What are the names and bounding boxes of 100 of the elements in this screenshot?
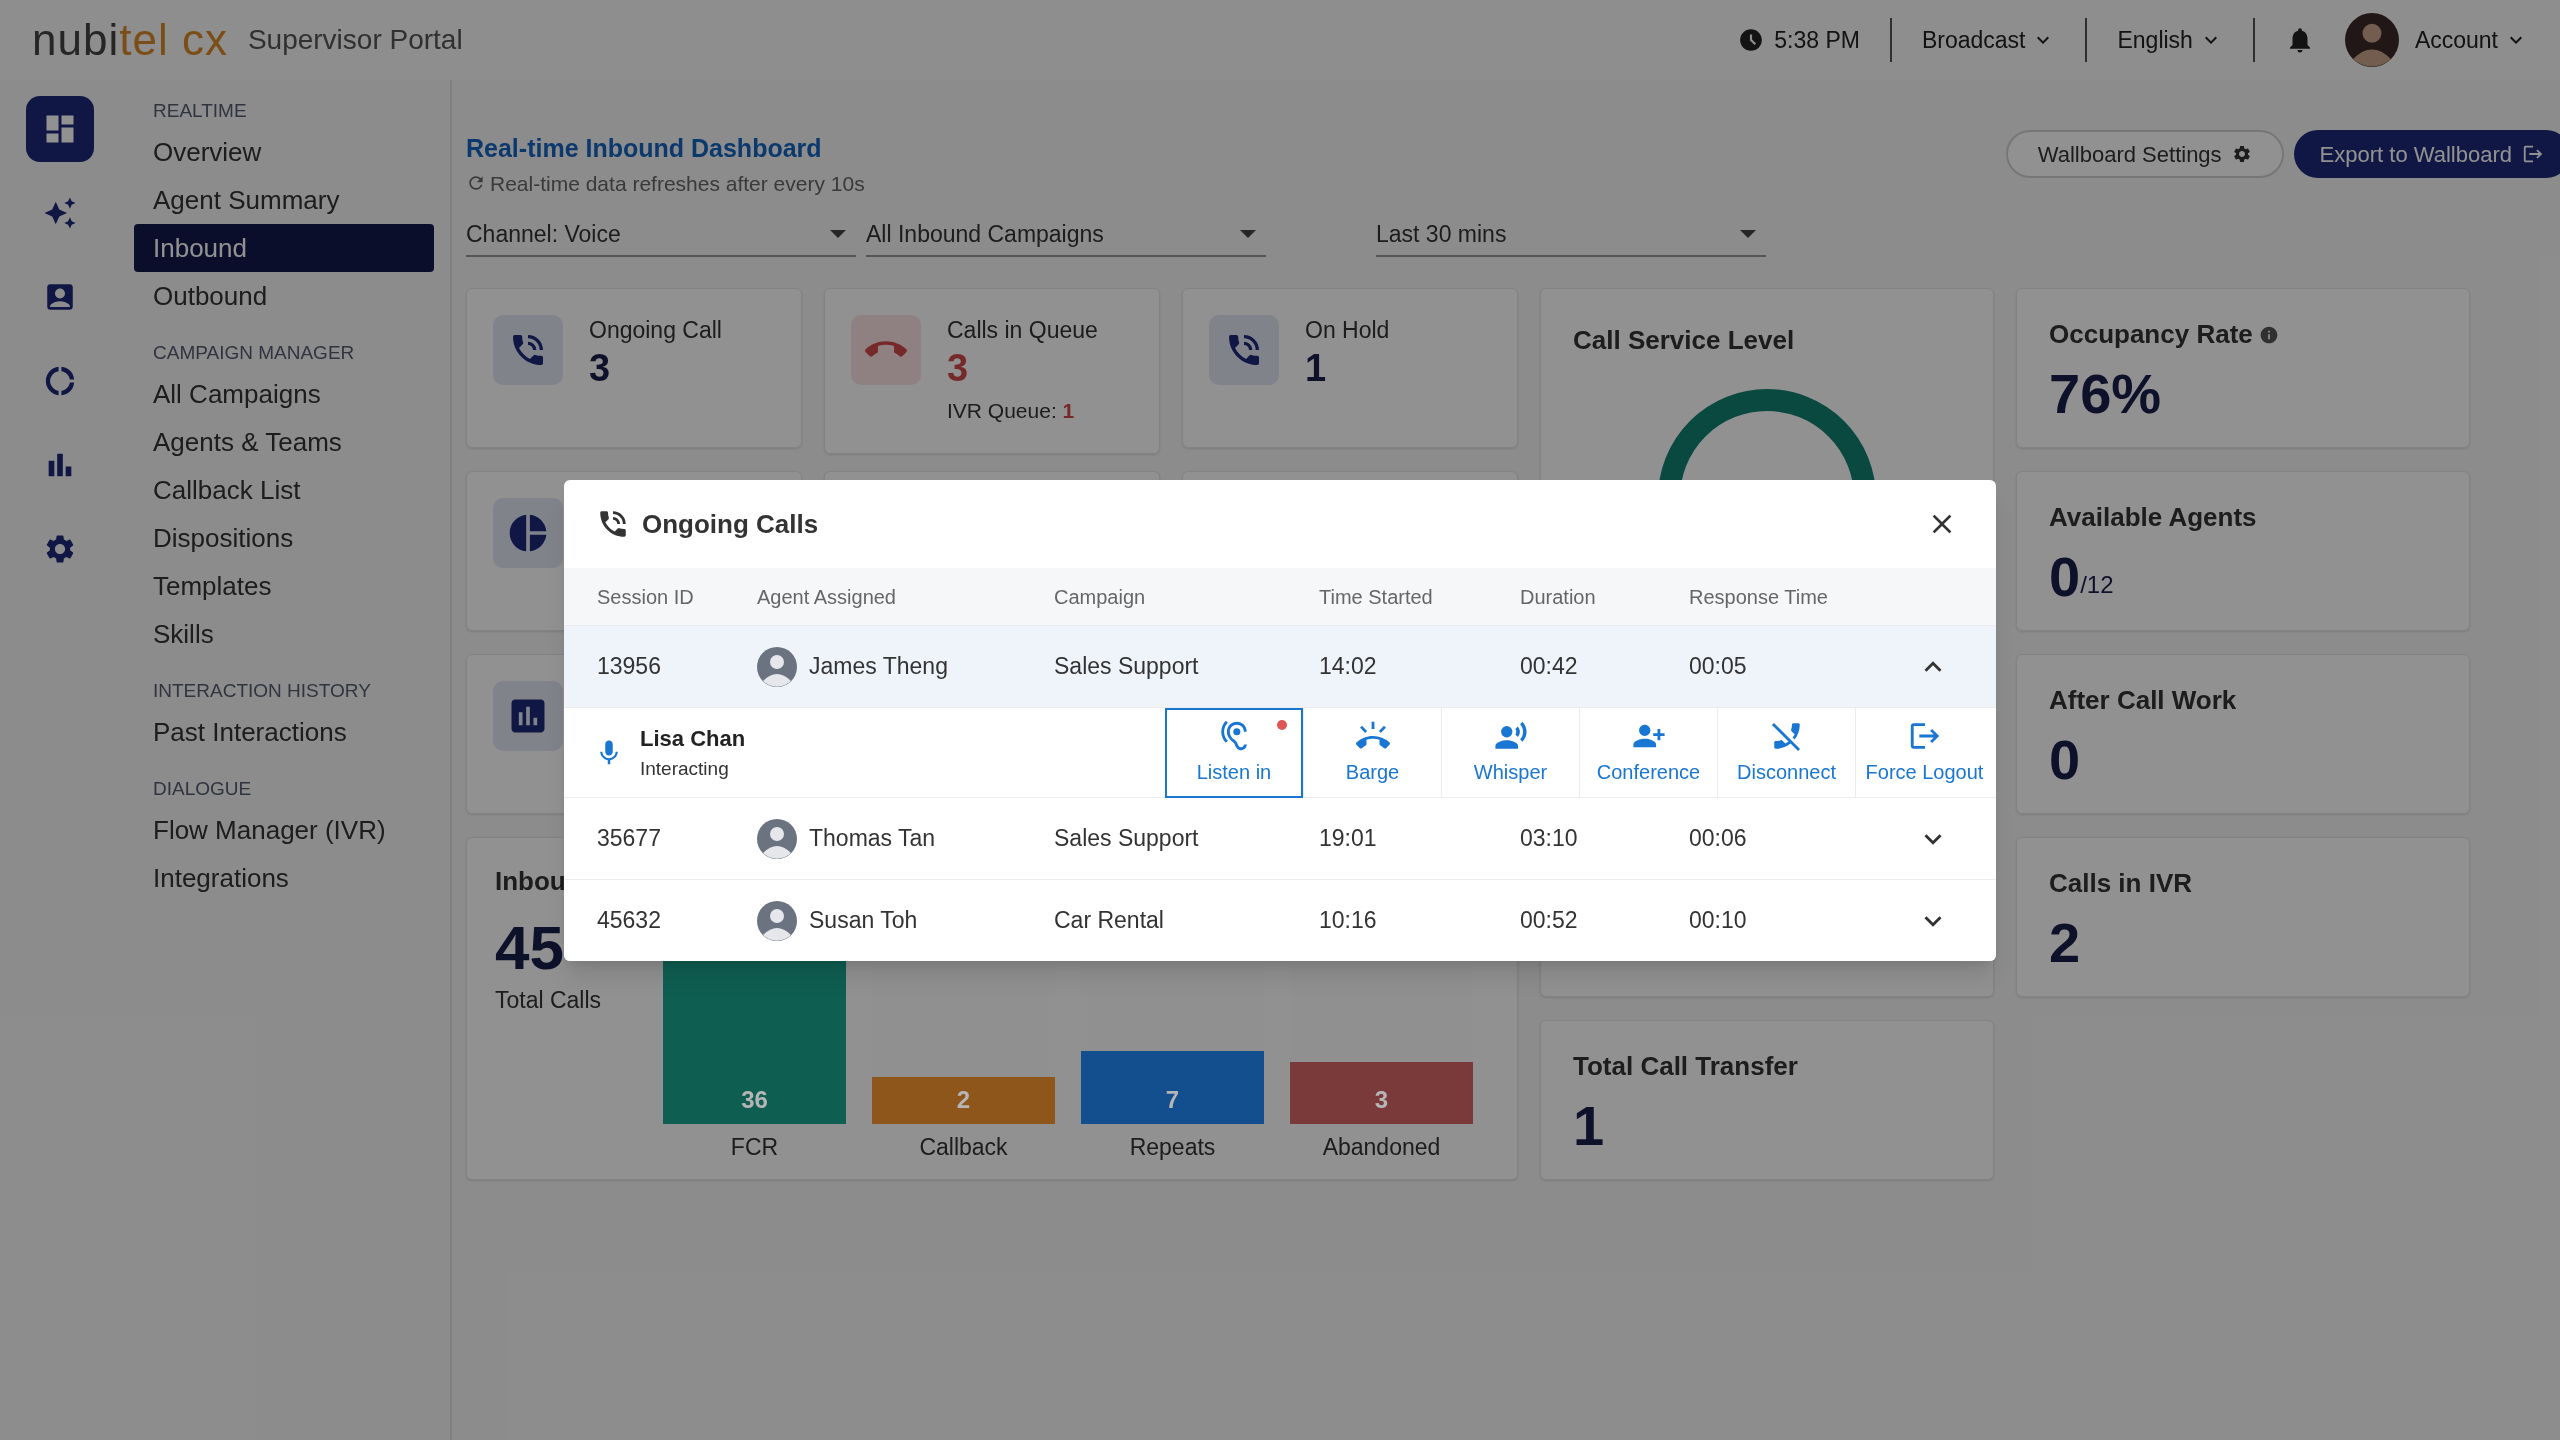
table-cell-text: 00:42: [1520, 652, 1579, 682]
card-title: Calls in Queue: [947, 316, 1098, 345]
table-cell-text: 00:52: [1520, 906, 1579, 936]
avatar-icon: [757, 646, 797, 687]
customer-status: Interacting: [640, 756, 730, 781]
donut-icon: [43, 364, 77, 398]
agent-name: James Theng: [809, 652, 948, 682]
table-cell-text: 14:02: [1319, 652, 1378, 682]
avatar-icon[interactable]: [2344, 13, 2399, 67]
card-value: 0: [2049, 730, 2081, 790]
card-value: 76%: [2049, 364, 2162, 424]
bar-value: 36: [741, 1084, 768, 1115]
nav-item[interactable]: Flow Manager (IVR): [134, 806, 434, 854]
table-cell-text: 00:05: [1689, 652, 1748, 682]
call-row[interactable]: 35677 Thomas Tan Sales Support 19:01 03:10 00:06: [564, 797, 1996, 879]
export-button[interactable]: Export to Wallboard: [2293, 130, 2560, 178]
card-title: Ongoing Call: [589, 316, 722, 345]
nav-item[interactable]: Agent Summary: [134, 176, 434, 224]
app-name: Supervisor Portal: [247, 23, 463, 57]
customer-name: Lisa Chan: [640, 724, 746, 753]
dialog-title: Ongoing Calls: [642, 507, 819, 541]
nav-item[interactable]: Templates: [134, 562, 434, 610]
section-heading: INTERACTION HISTORY: [152, 679, 372, 703]
section-heading: CAMPAIGN MANAGER: [152, 341, 356, 365]
category-label: Repeats: [1129, 1132, 1216, 1162]
card-value-total: /12: [2080, 571, 2114, 600]
card-title: Occupancy Rate: [2049, 318, 2253, 351]
column-header: Agent Assigned: [757, 584, 897, 610]
avatar-icon: [757, 818, 797, 859]
nav-item[interactable]: Inbound: [134, 224, 434, 272]
nav-item[interactable]: Dispositions: [134, 514, 434, 562]
dropdown-arrow-icon: [1740, 230, 1756, 238]
column-header: Time Started: [1319, 584, 1434, 610]
card-title: After Call Work: [2049, 684, 2237, 717]
avatar-icon: [757, 900, 797, 941]
page-title: Real-time Inbound Dashboard: [466, 133, 823, 164]
agent-name: Susan Toh: [809, 906, 918, 936]
call-row[interactable]: 13956 James Theng Sales Support 14:02 00:42 00:05: [564, 625, 1996, 707]
nav-item[interactable]: Agents & Teams: [134, 418, 434, 466]
section-heading: REALTIME: [152, 99, 248, 123]
column-header: Response Time: [1689, 584, 1829, 610]
bar-value: 3: [1374, 1084, 1389, 1115]
table-cell-text: 19:01: [1319, 824, 1378, 854]
call-row[interactable]: 45632 Susan Toh Car Rental 10:16 00:52 00:10: [564, 879, 1996, 961]
queue-count: IVR Queue: 1: [947, 398, 1076, 424]
card-value: 1: [1573, 1096, 1606, 1156]
nav-item[interactable]: Skills: [134, 610, 434, 658]
category-label: Callback: [919, 1132, 1008, 1162]
table-cell-text: 10:16: [1319, 906, 1378, 936]
rail-button[interactable]: [26, 96, 94, 162]
card-title: Call Service Level: [1573, 324, 1796, 357]
section-heading: DIALOGUE: [152, 777, 253, 801]
settings-button[interactable]: Wallboard Settings: [2005, 130, 2284, 178]
agent-name: Thomas Tan: [809, 824, 936, 854]
filter-dropdown[interactable]: Last 30 mins: [1376, 213, 1766, 257]
settings-icon: [2231, 144, 2252, 164]
bar-value: 2: [956, 1084, 971, 1115]
category-label: Abandoned: [1322, 1132, 1441, 1162]
card-title: Available Agents: [2049, 501, 2257, 534]
filter-dropdown[interactable]: Channel: Voice: [466, 213, 856, 257]
info-icon[interactable]: [2258, 324, 2279, 345]
refresh-note: Real-time data refreshes after every 10s: [490, 170, 865, 197]
card-value: 1: [1305, 346, 1328, 391]
nav-item[interactable]: All Campaigns: [134, 370, 434, 418]
column-header: Session ID: [597, 584, 695, 610]
nav-item[interactable]: Overview: [134, 128, 434, 176]
total-label: Total Calls: [495, 986, 603, 1015]
table-cell-text: 00:10: [1689, 906, 1748, 936]
dropdown-arrow-icon: [1240, 230, 1256, 238]
bar-value: 7: [1165, 1084, 1180, 1115]
table-cell-text: 45632: [597, 906, 662, 936]
table-cell-text: Car Rental: [1054, 906, 1165, 936]
column-header: Duration: [1520, 584, 1597, 610]
card-title: Total Call Transfer: [1573, 1051, 1798, 1081]
nav-item[interactable]: Outbound: [134, 272, 434, 320]
nav-item[interactable]: Integrations: [134, 854, 434, 902]
table-cell-text: 35677: [597, 824, 662, 854]
card-value: 2: [2049, 913, 2081, 973]
table-cell-text: 03:10: [1520, 824, 1579, 854]
card-title: On Hold: [1305, 316, 1390, 345]
card-title: Inbou: [495, 865, 567, 898]
filter-dropdown[interactable]: All Inbound Campaigns: [866, 213, 1266, 257]
table-cell-text: 13956: [597, 652, 662, 682]
clock-time: 5:38 PM: [1774, 25, 1860, 55]
table-cell-text: Sales Support: [1054, 824, 1200, 854]
total-value: 45: [495, 913, 564, 983]
account-menu[interactable]: Account: [2414, 22, 2528, 58]
nav-item[interactable]: Past Interactions: [134, 708, 434, 756]
table-cell-text: Sales Support: [1054, 652, 1200, 682]
menu-dropdown[interactable]: Broadcast: [1891, 22, 2086, 58]
nav-item[interactable]: Callback List: [134, 466, 434, 514]
card-value: 0: [2049, 547, 2081, 607]
export-icon: [2522, 143, 2544, 165]
dropdown-arrow-icon: [830, 230, 846, 238]
clock-icon: [1738, 27, 1765, 53]
sparkle-icon: [43, 196, 77, 230]
menu-dropdown[interactable]: English: [2087, 22, 2253, 58]
call-action-button[interactable]: Listen in: [1165, 708, 1303, 798]
logo-text: nubitel cx: [32, 14, 228, 66]
card-value: 3: [947, 346, 970, 391]
